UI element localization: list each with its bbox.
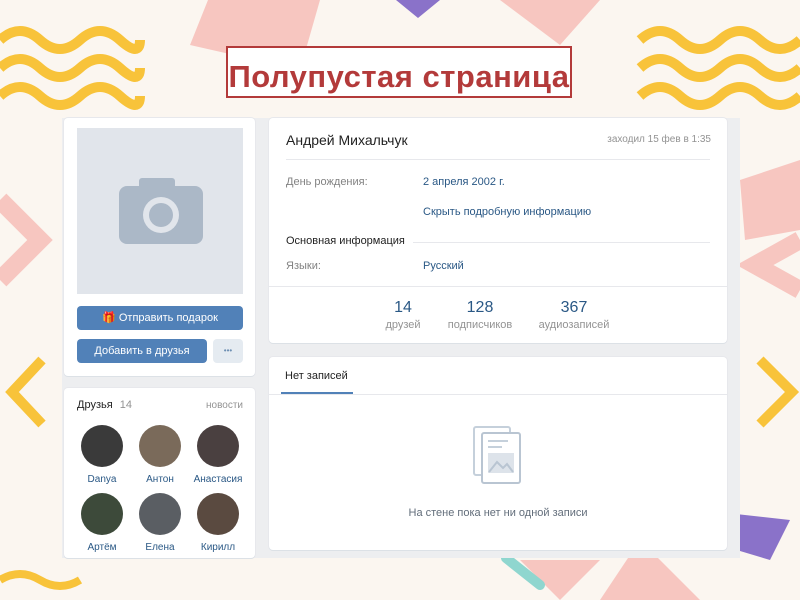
friend-avatar: [139, 425, 181, 467]
languages-value[interactable]: Русский: [423, 260, 464, 272]
avatar-card: 🎁 Отправить подарок Добавить в друзья ••…: [64, 118, 255, 376]
last-seen: заходил 15 фев в 1:35: [607, 134, 711, 145]
header-divider: [286, 159, 710, 160]
friends-count: 14: [119, 399, 132, 411]
friend-name: Анастасия: [193, 474, 243, 485]
friends-updates-link[interactable]: новости: [206, 400, 243, 411]
gift-icon: 🎁: [102, 312, 116, 324]
more-actions-button[interactable]: •••: [213, 339, 243, 363]
friend-item[interactable]: Елена: [130, 493, 190, 553]
document-image-icon: [473, 426, 521, 484]
friend-name: Антон: [146, 474, 174, 485]
counter-value: 128: [466, 299, 494, 316]
friend-name: Артём: [87, 542, 117, 553]
friend-avatar: [81, 425, 123, 467]
friend-item[interactable]: Danya: [72, 425, 132, 485]
languages-label: Языки:: [286, 260, 321, 272]
friends-header[interactable]: Друзья 14: [77, 399, 132, 411]
avatar-placeholder[interactable]: [77, 128, 243, 294]
profile-info-card: Андрей Михальчук заходил 15 фев в 1:35 Д…: [269, 118, 727, 343]
wall-card: Нет записей На стене пока нет ни одной з…: [269, 357, 727, 550]
hide-info-link[interactable]: Скрыть подробную информацию: [423, 206, 591, 218]
counter-label: аудиозаписей: [538, 319, 610, 331]
slide-title-box: Полупустая страница: [226, 46, 572, 98]
send-gift-label: Отправить подарок: [118, 312, 218, 324]
counter-followers[interactable]: 128 подписчиков: [445, 296, 515, 336]
birthday-label: День рождения:: [286, 176, 368, 188]
friend-item[interactable]: Артём: [72, 493, 132, 553]
friends-card: Друзья 14 новости Danya Антон Анастасия …: [64, 388, 255, 558]
wall-tab-divider: [269, 394, 727, 395]
friend-name: Danya: [87, 474, 117, 485]
friend-avatar: [197, 425, 239, 467]
friend-avatar: [81, 493, 123, 535]
friend-item[interactable]: Анастасия: [188, 425, 248, 485]
friend-item[interactable]: Кирилл: [188, 493, 248, 553]
slide-title: Полупустая страница: [228, 59, 570, 94]
friends-title: Друзья: [77, 399, 113, 411]
wall-tab-no-posts[interactable]: Нет записей: [285, 370, 348, 382]
friend-name: Елена: [145, 542, 175, 553]
counter-value: 14: [394, 299, 412, 316]
counter-value: 367: [560, 299, 588, 316]
friend-name: Кирилл: [200, 542, 236, 553]
camera-icon: [119, 178, 203, 244]
profile-name: Андрей Михальчук: [286, 132, 408, 148]
friend-item[interactable]: Антон: [130, 425, 190, 485]
friend-avatar: [197, 493, 239, 535]
counter-label: подписчиков: [447, 319, 513, 331]
counters-divider: [269, 286, 727, 287]
wall-empty-text: На стене пока нет ни одной записи: [408, 507, 588, 519]
main-info-section-title: Основная информация: [286, 235, 413, 247]
counter-friends[interactable]: 14 друзей: [368, 296, 438, 336]
send-gift-button[interactable]: 🎁 Отправить подарок: [77, 306, 243, 330]
birthday-value[interactable]: 2 апреля 2002 г.: [423, 176, 505, 188]
counter-audio[interactable]: 367 аудиозаписей: [539, 296, 610, 336]
friend-avatar: [139, 493, 181, 535]
add-friend-button[interactable]: Добавить в друзья: [77, 339, 207, 363]
